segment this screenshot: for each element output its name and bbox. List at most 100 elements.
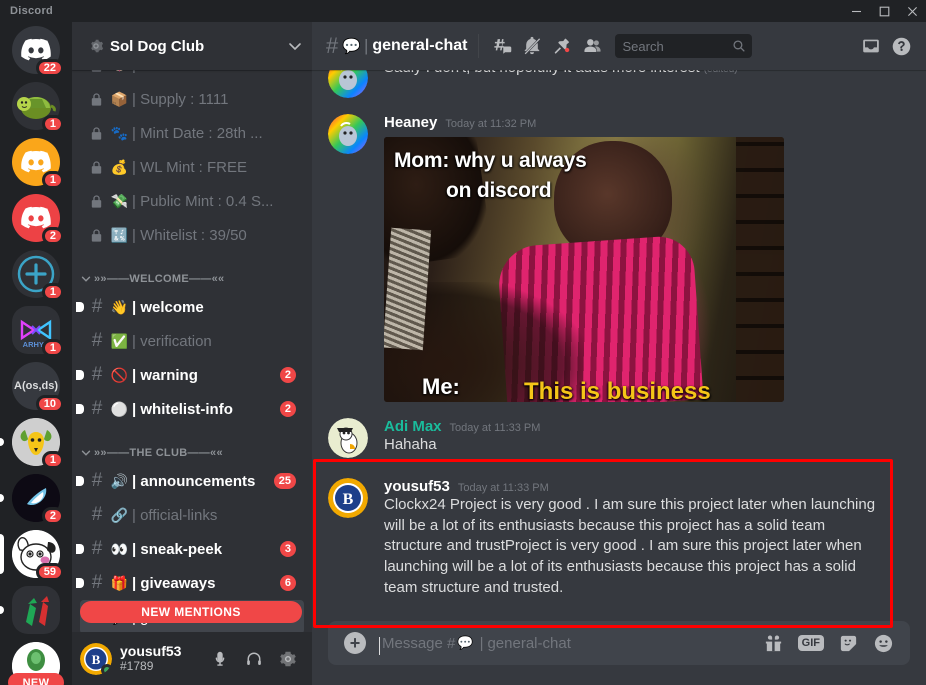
- avatar[interactable]: [328, 418, 368, 458]
- svg-text:B: B: [92, 652, 101, 667]
- message-author[interactable]: yousuf53: [384, 478, 450, 495]
- user-identity[interactable]: yousuf53 #1789: [120, 644, 204, 673]
- channel-item[interactable]: 📦 | Supply : 1111: [80, 82, 304, 116]
- pinned-messages-icon[interactable]: [549, 33, 575, 59]
- search-input[interactable]: Search: [614, 34, 752, 58]
- server-icon-10[interactable]: [0, 582, 72, 638]
- channel-name: | Members: 2112: [132, 70, 296, 74]
- server-rail[interactable]: 22 1 1 2 1 ARHYC 1 A(os,ds) 10 1 2 59 NEW: [0, 22, 72, 685]
- channel-name: | official-links: [132, 506, 218, 524]
- member-list-icon[interactable]: [579, 33, 605, 59]
- username: yousuf53: [120, 644, 182, 659]
- server-icon-4[interactable]: 1: [0, 246, 72, 302]
- lock-icon: [88, 92, 104, 107]
- channel-emoji: 🚫: [110, 366, 129, 383]
- channel-item[interactable]: 💰 | WL Mint : FREE: [80, 150, 304, 184]
- message[interactable]: Sadly I don't, but hopefully it adds mor…: [312, 70, 926, 100]
- plus-circle-icon[interactable]: +: [344, 632, 366, 654]
- server-icon-8[interactable]: 2: [0, 470, 72, 526]
- channel-item[interactable]: # ⚪ | whitelist-info 2: [76, 392, 304, 426]
- message-list[interactable]: Sadly I don't, but hopefully it adds mor…: [312, 70, 926, 685]
- channel-emoji: 🐾: [110, 124, 129, 141]
- server-icon-7[interactable]: 1: [0, 414, 72, 470]
- server-icon-9[interactable]: 59: [0, 526, 72, 582]
- minimize-button[interactable]: [842, 0, 870, 22]
- message[interactable]: Heaney Today at 11:32 PM Mom: why u always…: [312, 112, 926, 404]
- create-thread-icon[interactable]: [489, 33, 515, 59]
- hash-icon: #: [91, 470, 103, 491]
- message-input[interactable]: Message # 💬 | general-chat: [379, 635, 763, 655]
- sticker-icon[interactable]: [838, 633, 859, 654]
- channel-list[interactable]: 🐶| Members: 2112📦| Supply : 1111🐾| Mint …: [72, 70, 312, 685]
- topbar-divider: [477, 34, 479, 58]
- message-compose-area: + Message # 💬 | general-chat GIF: [312, 617, 926, 685]
- server-avatar[interactable]: [12, 586, 60, 634]
- message-placeholder: Message # 💬 | general-chat: [382, 635, 571, 652]
- server-icon-3[interactable]: 2: [0, 190, 72, 246]
- message-text: Clockx24 Project is very good . I am sur…: [384, 496, 876, 596]
- server-icon-5[interactable]: ARHYC 1: [0, 302, 72, 358]
- unread-pill: [0, 438, 4, 446]
- server-icon-1[interactable]: 1: [0, 78, 72, 134]
- server-icon-2[interactable]: 1: [0, 134, 72, 190]
- channel-emoji: 🐶: [110, 70, 129, 74]
- meme-caption-line1: Mom: why u always: [394, 149, 587, 172]
- meme-caption-line4: This is business: [524, 378, 711, 402]
- channel-emoji: 👋: [110, 298, 129, 315]
- headphones-icon[interactable]: [238, 643, 270, 675]
- message[interactable]: Adi Max Today at 11:33 PM Hahaha: [312, 416, 926, 460]
- gift-icon[interactable]: [763, 633, 784, 654]
- avatar[interactable]: [328, 70, 368, 98]
- channel-item[interactable]: 💸 | Public Mint : 0.4 S...: [80, 184, 304, 218]
- channel-item[interactable]: 🔣 | Whitelist : 39/50: [80, 218, 304, 252]
- message-author[interactable]: Adi Max: [384, 418, 442, 435]
- notification-off-icon[interactable]: [519, 33, 545, 59]
- channel-item[interactable]: # 👀 | sneak-peek 3: [76, 532, 304, 566]
- chevron-down-icon: [80, 273, 92, 285]
- avatar[interactable]: [328, 114, 368, 154]
- channel-category[interactable]: »»——THE CLUB——««: [72, 442, 312, 464]
- message-image-attachment[interactable]: Mom: why u always on discord Me: This is bu…: [384, 137, 784, 402]
- channel-emoji: 🔣: [110, 226, 129, 243]
- avatar[interactable]: B: [80, 642, 112, 675]
- channel-item[interactable]: # 🎁 | giveaways 6: [76, 566, 304, 600]
- emoji-icon[interactable]: [873, 633, 894, 654]
- unread-pill: [0, 606, 4, 614]
- message[interactable]: Byousuf53 Today at 11:33 PM Clockx24 Proje…: [312, 476, 926, 600]
- close-button[interactable]: [898, 0, 926, 22]
- maximize-button[interactable]: [870, 0, 898, 22]
- unread-indicator: [76, 544, 84, 554]
- inbox-icon[interactable]: [858, 33, 884, 59]
- hash-icon: #: [91, 572, 103, 593]
- gif-button[interactable]: GIF: [797, 634, 824, 652]
- message-text: Hahaha: [384, 436, 437, 453]
- channel-item[interactable]: # 🚫 | warning 2: [76, 358, 304, 392]
- server-icon-0[interactable]: 22: [0, 22, 72, 78]
- status-badge: [101, 663, 112, 675]
- channel-item[interactable]: # 🔊 | announcements 25: [76, 464, 304, 498]
- message-author[interactable]: Heaney: [384, 114, 437, 131]
- unread-indicator: [76, 578, 84, 588]
- channel-category[interactable]: »»——WELCOME——««: [72, 268, 312, 290]
- channel-topbar: # 💬 | general-chat Search: [312, 22, 926, 70]
- help-icon[interactable]: [888, 33, 914, 59]
- edited-label: (edited): [704, 70, 738, 75]
- new-mentions-bar[interactable]: NEW MENTIONS: [80, 601, 302, 623]
- channel-item[interactable]: # ✅ | verification: [80, 324, 304, 358]
- server-header[interactable]: Sol Dog Club: [72, 22, 312, 70]
- window-titlebar: Discord: [0, 0, 926, 22]
- avatar[interactable]: B: [328, 478, 368, 518]
- page-title: general-chat: [372, 37, 468, 54]
- server-chevron-down-icon[interactable]: [286, 37, 304, 55]
- server-icon-6[interactable]: A(os,ds) 10: [0, 358, 72, 414]
- microphone-icon[interactable]: [204, 643, 236, 675]
- channel-item[interactable]: 🐾 | Mint Date : 28th ...: [80, 116, 304, 150]
- channel-item[interactable]: # 🔗 | official-links: [80, 498, 304, 532]
- gear-icon[interactable]: [272, 643, 304, 675]
- channel-unread-badge: 2: [279, 401, 296, 417]
- lock-icon: [88, 160, 104, 175]
- channel-item[interactable]: # 👋 | welcome: [76, 290, 304, 324]
- search-icon: [732, 39, 746, 53]
- server-icon-11[interactable]: NEW: [0, 638, 72, 685]
- channel-item[interactable]: 🐶| Members: 2112: [80, 70, 304, 82]
